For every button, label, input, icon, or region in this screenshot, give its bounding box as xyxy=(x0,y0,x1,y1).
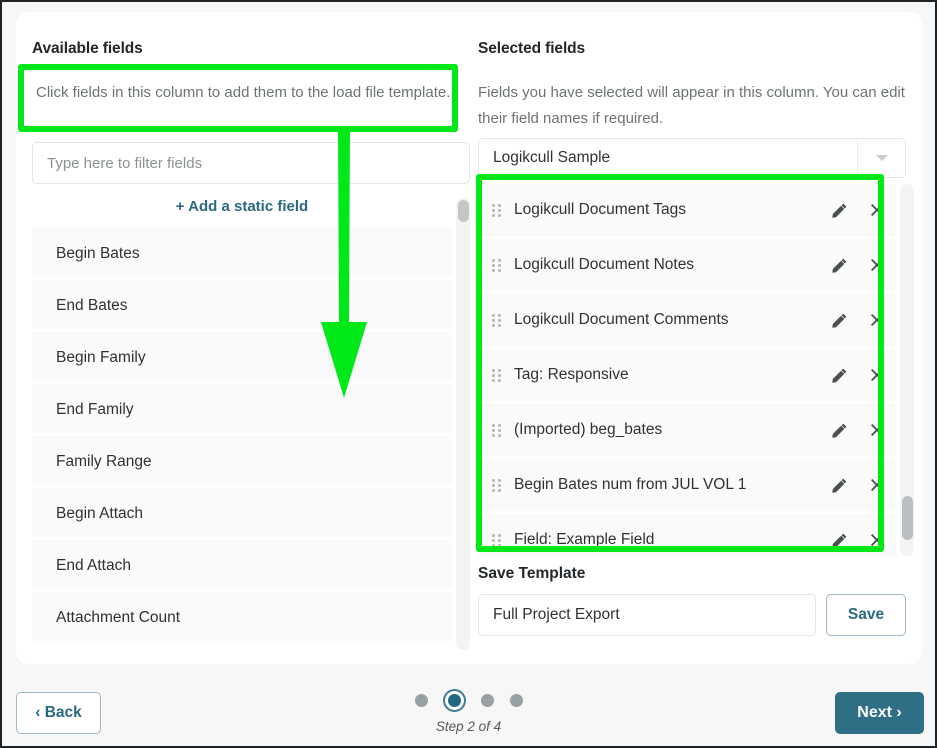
next-button[interactable]: Next › xyxy=(835,692,924,734)
save-button[interactable]: Save xyxy=(826,594,906,636)
available-fields-description: Click fields in this column to add them … xyxy=(36,84,451,101)
available-fields-description-wrap: Click fields in this column to add them … xyxy=(32,74,470,136)
pencil-icon[interactable] xyxy=(820,257,858,274)
selected-field-label: Logikcull Document Comments xyxy=(514,311,729,328)
close-icon[interactable] xyxy=(858,257,896,273)
step-dot-4[interactable] xyxy=(509,693,523,707)
filter-fields-input[interactable] xyxy=(32,142,470,184)
available-field-row[interactable]: End Bates xyxy=(32,280,452,332)
selected-field-row[interactable]: Logikcull Document Notes xyxy=(478,239,896,294)
available-field-row[interactable]: Family Range xyxy=(32,436,452,488)
pencil-icon[interactable] xyxy=(820,532,858,549)
template-select-value: Logikcull Sample xyxy=(493,149,611,166)
selected-fields-column: Selected fields xyxy=(478,12,906,58)
selected-field-label: (Imported) beg_bates xyxy=(514,421,663,438)
drag-handle-icon[interactable] xyxy=(478,478,510,492)
available-field-row[interactable]: End Family xyxy=(32,384,452,436)
step-dots xyxy=(2,690,935,710)
drag-handle-icon[interactable] xyxy=(478,258,510,272)
drag-handle-icon[interactable] xyxy=(478,423,510,437)
available-fields-column: Available fields xyxy=(32,12,470,58)
selected-field-label: Field: Example Field xyxy=(514,531,655,548)
selected-field-label: Logikcull Document Notes xyxy=(514,256,695,273)
close-icon[interactable] xyxy=(858,422,896,438)
close-icon[interactable] xyxy=(858,367,896,383)
close-icon[interactable] xyxy=(858,312,896,328)
drag-handle-icon[interactable] xyxy=(478,203,510,217)
close-icon[interactable] xyxy=(858,532,896,548)
pencil-icon[interactable] xyxy=(820,477,858,494)
selected-fields-list: Logikcull Document Tags Logikcull Documen… xyxy=(478,184,896,556)
wizard-card: Available fields Click fields in this co… xyxy=(16,12,922,664)
selected-field-row[interactable]: Logikcull Document Tags xyxy=(478,184,896,239)
pencil-icon[interactable] xyxy=(820,367,858,384)
template-name-input[interactable] xyxy=(478,594,816,636)
close-icon[interactable] xyxy=(858,477,896,493)
available-field-row[interactable]: Begin Attach xyxy=(32,488,452,540)
selected-field-row[interactable]: Tag: Responsive xyxy=(478,349,896,404)
step-dot-1[interactable] xyxy=(414,693,428,707)
step-label: Step 2 of 4 xyxy=(435,719,502,734)
selected-fields-title: Selected fields xyxy=(478,40,586,57)
available-fields-scrollbar[interactable] xyxy=(456,198,470,650)
chevron-down-icon[interactable] xyxy=(857,139,905,177)
selected-fields-scrollbar-thumb[interactable] xyxy=(902,496,913,540)
selected-field-row[interactable]: Begin Bates num from JUL VOL 1 xyxy=(478,459,896,514)
step-dot-3[interactable] xyxy=(480,693,494,707)
available-fields-title: Available fields xyxy=(32,40,143,57)
selected-field-label: Logikcull Document Tags xyxy=(514,201,687,218)
drag-handle-icon[interactable] xyxy=(478,533,510,547)
save-template-title: Save Template xyxy=(478,565,586,582)
available-field-row[interactable]: Begin Family xyxy=(32,332,452,384)
selected-field-row[interactable]: Logikcull Document Comments xyxy=(478,294,896,349)
selected-fields-scrollbar[interactable] xyxy=(900,184,914,556)
selected-field-label: Begin Bates num from JUL VOL 1 xyxy=(514,476,747,493)
available-fields-list: Begin Bates End Bates Begin Family End Fami… xyxy=(32,228,470,650)
close-icon[interactable] xyxy=(858,202,896,218)
available-field-row[interactable]: End Attach xyxy=(32,540,452,592)
drag-handle-icon[interactable] xyxy=(478,368,510,382)
selected-field-label: Tag: Responsive xyxy=(514,366,629,383)
pencil-icon[interactable] xyxy=(820,202,858,219)
available-field-row[interactable]: Begin Bates xyxy=(32,228,452,280)
drag-handle-icon[interactable] xyxy=(478,313,510,327)
available-fields-scrollbar-thumb[interactable] xyxy=(458,200,469,222)
available-field-row[interactable]: Attachment Count xyxy=(32,592,452,644)
selected-field-row[interactable]: (Imported) beg_bates xyxy=(478,404,896,459)
add-static-field-button[interactable]: + Add a static field xyxy=(32,198,452,215)
selected-fields-description: Fields you have selected will appear in … xyxy=(478,84,905,127)
selected-field-row[interactable]: Field: Example Field xyxy=(478,514,896,556)
wizard-footer: ‹ Back Step 2 of 4 Next › xyxy=(2,668,935,746)
template-select[interactable]: Logikcull Sample xyxy=(478,138,906,178)
pencil-icon[interactable] xyxy=(820,312,858,329)
step-indicator: Step 2 of 4 xyxy=(2,690,935,734)
pencil-icon[interactable] xyxy=(820,422,858,439)
step-dot-2[interactable] xyxy=(447,693,461,707)
page-root: Available fields Click fields in this co… xyxy=(0,0,937,748)
